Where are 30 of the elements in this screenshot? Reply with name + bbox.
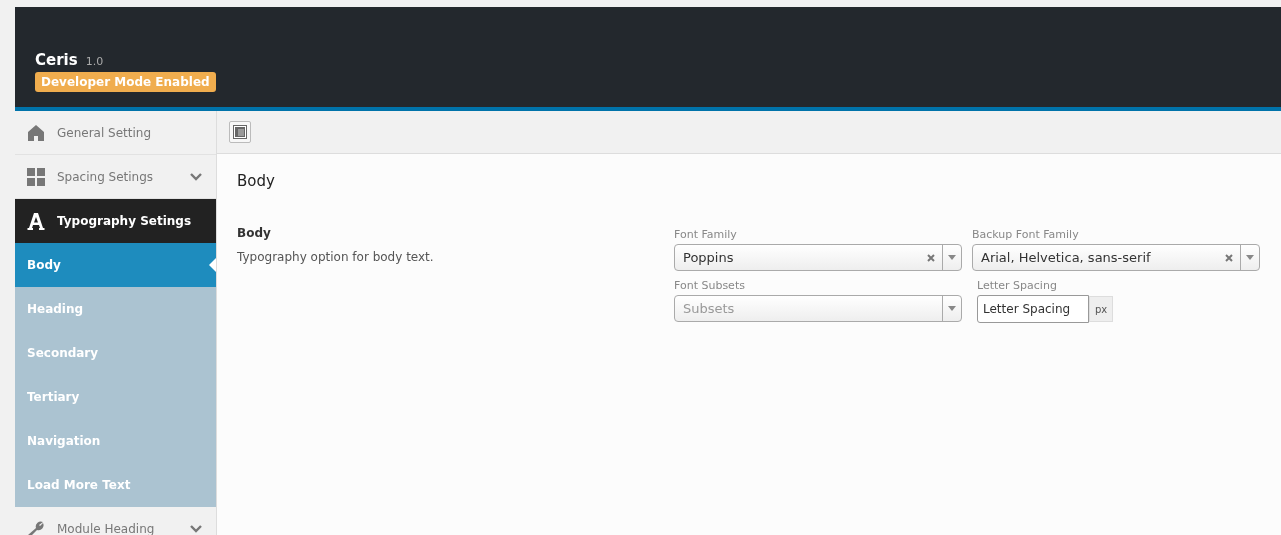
app-title: Ceris — [35, 51, 78, 69]
version-label: 1.0 — [85, 55, 104, 68]
option-title: Body — [237, 226, 272, 240]
home-icon — [27, 123, 45, 142]
grid-icon — [27, 167, 45, 186]
developer-mode-badge: Developer Mode Enabled — [35, 72, 216, 92]
sidebar-subitem[interactable]: Body — [15, 243, 216, 287]
select-field[interactable]: Arial, Helvetica, sans-serif — [972, 244, 1260, 271]
dropdown-arrow-icon — [948, 255, 956, 260]
sidebar-item[interactable]: Typography Setings — [15, 199, 216, 243]
option-description: Typography option for body text. — [237, 250, 435, 264]
field-label: Font Subsets — [674, 279, 746, 292]
section-title: Body — [237, 172, 276, 190]
layout-toggle-button[interactable] — [229, 121, 251, 143]
field-label: Letter Spacing — [977, 279, 1058, 292]
dropdown-arrow-icon — [1246, 255, 1254, 260]
wrench-icon — [27, 519, 45, 535]
letter-a-icon — [27, 211, 45, 230]
unit-label: px — [1089, 296, 1114, 322]
field-label: Backup Font Family — [972, 228, 1080, 241]
field-label: Font Family — [674, 228, 738, 241]
select-field[interactable]: Subsets — [674, 295, 962, 322]
panel-icon — [233, 125, 247, 139]
dropdown-arrow-icon — [948, 306, 956, 311]
chevron-down-icon — [190, 172, 202, 181]
select-field[interactable]: Poppins — [674, 244, 962, 271]
clear-icon[interactable] — [927, 253, 935, 262]
chevron-down-icon — [190, 524, 202, 533]
input-field[interactable]: Letter Spacing — [977, 295, 1089, 323]
clear-icon[interactable] — [1225, 253, 1233, 262]
